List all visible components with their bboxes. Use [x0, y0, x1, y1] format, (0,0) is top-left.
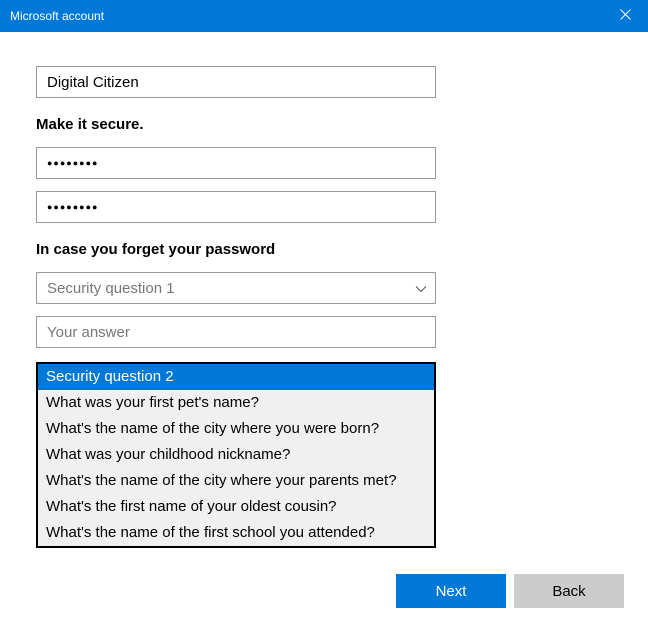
dropdown-option[interactable]: What's the name of the city where your p…	[38, 468, 434, 494]
dropdown-option[interactable]: What was your first pet's name?	[38, 390, 434, 416]
chevron-down-icon	[415, 280, 427, 297]
heading-forget: In case you forget your password	[36, 241, 612, 258]
next-button[interactable]: Next	[396, 574, 506, 608]
dropdown-option[interactable]: What's the name of the first school you …	[38, 520, 434, 546]
close-button[interactable]	[602, 0, 648, 32]
security-question-1-placeholder: Security question 1	[47, 280, 175, 297]
heading-secure: Make it secure.	[36, 116, 612, 133]
window-title: Microsoft account	[10, 9, 602, 23]
dialog-footer: Next Back	[396, 574, 624, 608]
dropdown-option[interactable]: What was your childhood nickname?	[38, 442, 434, 468]
confirm-password-input[interactable]: ●●●●●●●●	[36, 191, 436, 223]
answer-1-placeholder: Your answer	[47, 324, 130, 341]
content-area: Digital Citizen Make it secure. ●●●●●●●●…	[0, 32, 648, 548]
close-icon	[620, 9, 631, 23]
title-bar: Microsoft account	[0, 0, 648, 32]
security-question-2-dropdown[interactable]: Security question 2 What was your first …	[36, 362, 436, 548]
dropdown-option[interactable]: What's the name of the city where you we…	[38, 416, 434, 442]
password-input[interactable]: ●●●●●●●●	[36, 147, 436, 179]
username-input[interactable]: Digital Citizen	[36, 66, 436, 98]
answer-1-input[interactable]: Your answer	[36, 316, 436, 348]
dropdown-option-placeholder[interactable]: Security question 2	[38, 364, 434, 390]
confirm-password-masked: ●●●●●●●●	[47, 202, 99, 212]
username-value: Digital Citizen	[47, 74, 139, 91]
security-question-1-select[interactable]: Security question 1	[36, 272, 436, 304]
back-button[interactable]: Back	[514, 574, 624, 608]
dropdown-option[interactable]: What's the first name of your oldest cou…	[38, 494, 434, 520]
password-masked: ●●●●●●●●	[47, 158, 99, 168]
